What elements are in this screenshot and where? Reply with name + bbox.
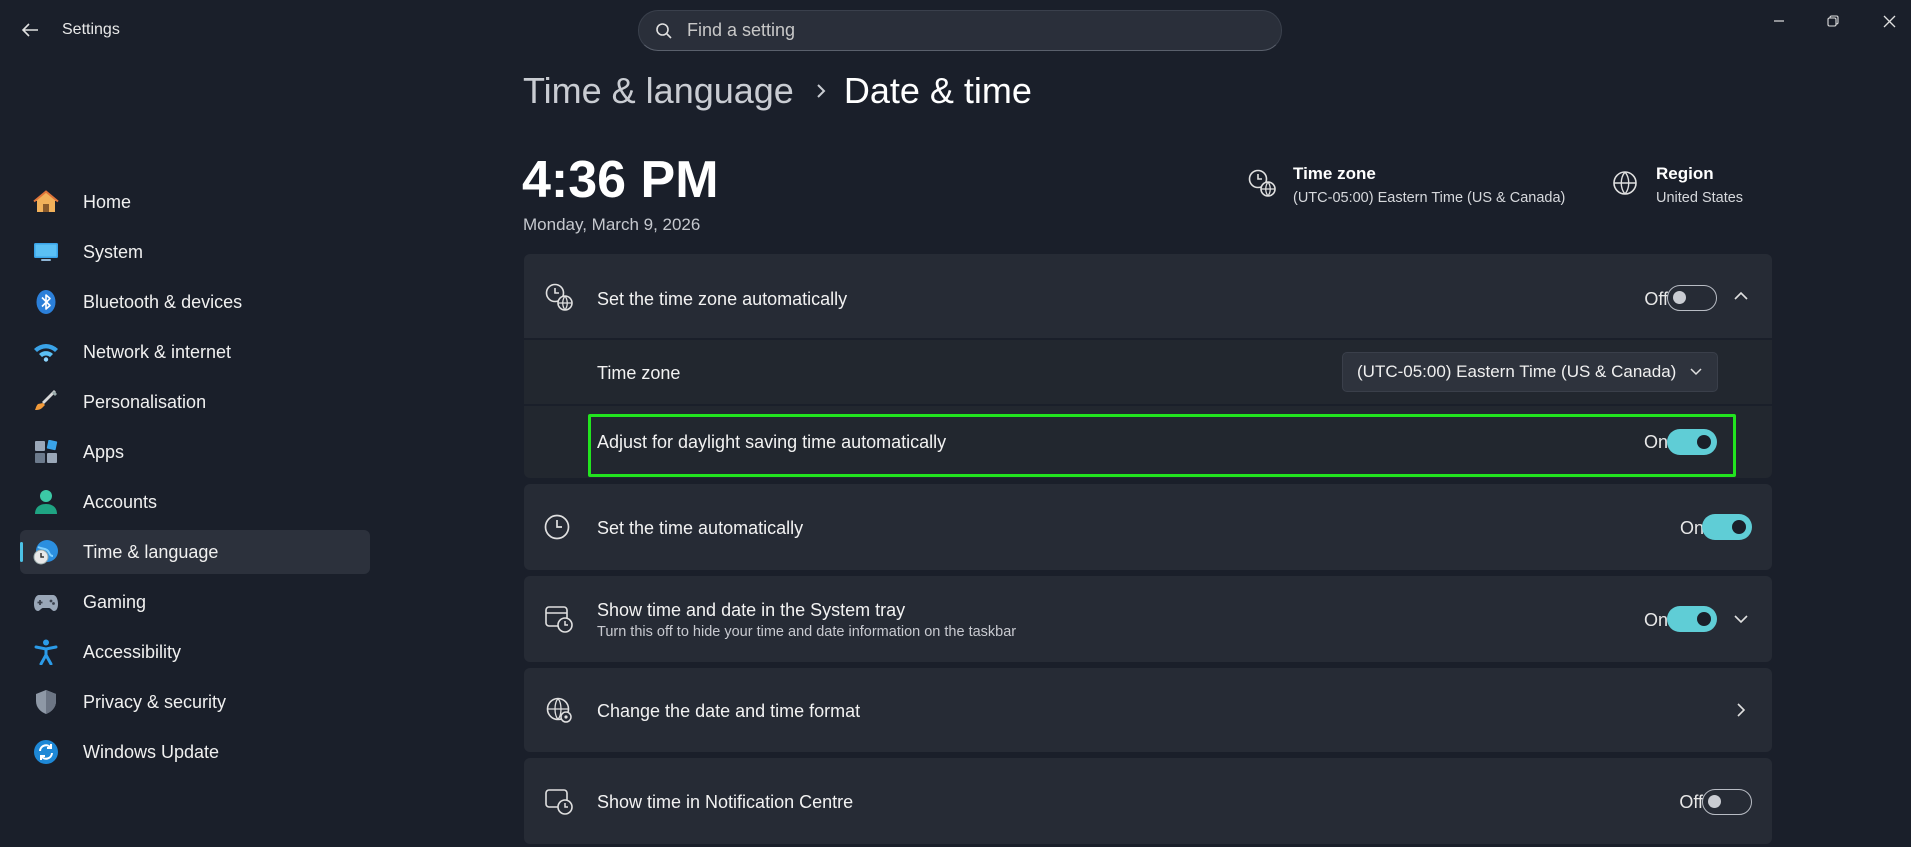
restore-button[interactable] <box>1810 6 1856 36</box>
auto-time-toggle[interactable] <box>1702 514 1752 540</box>
monitor-icon <box>32 238 60 266</box>
search-input[interactable] <box>687 20 1247 41</box>
daylight-label: Adjust for daylight saving time automati… <box>597 432 947 452</box>
globe-clock-icon <box>32 538 60 566</box>
sidebar-item-home[interactable]: Home <box>20 180 370 224</box>
auto-time-state: On <box>1679 518 1704 538</box>
search-icon <box>656 22 672 39</box>
system-tray-label: Show time and date in the System tray <box>597 600 906 620</box>
sidebar-item-apps[interactable]: Apps <box>20 430 370 474</box>
brush-icon <box>32 388 60 416</box>
sidebar-item-accessibility[interactable]: Accessibility <box>20 630 370 674</box>
current-time: 4:36 PM <box>522 151 719 209</box>
sidebar-item-time-language[interactable]: Time & language <box>20 530 370 574</box>
bluetooth-icon <box>32 288 60 316</box>
timezone-dropdown-value: (UTC-05:00) Eastern Time (US & Canada) <box>1357 362 1677 381</box>
region-value: United States <box>1656 190 1744 206</box>
notification-time-label: Show time in Notification Centre <box>597 792 854 812</box>
auto-timezone-label: Set the time zone automatically <box>597 289 848 309</box>
sidebar-item-system[interactable]: System <box>20 230 370 274</box>
auto-time-label: Set the time automatically <box>597 518 804 538</box>
apps-icon <box>32 438 60 466</box>
back-arrow-icon <box>21 23 38 37</box>
date-format-row[interactable]: Change the date and time format <box>524 668 1772 752</box>
sidebar-item-accounts[interactable]: Accounts <box>20 480 370 524</box>
minimize-button[interactable] <box>1756 6 1802 36</box>
app-title: Settings <box>62 21 120 38</box>
globe-icon <box>1610 168 1640 198</box>
system-tray-toggle[interactable] <box>1667 606 1717 632</box>
sidebar-item-gaming[interactable]: Gaming <box>20 580 370 624</box>
notification-time-state: Off <box>1679 792 1703 812</box>
accessibility-icon <box>32 638 60 666</box>
timezone-value: (UTC-05:00) Eastern Time (US & Canada) <box>1293 190 1566 206</box>
date-format-label: Change the date and time format <box>597 701 861 721</box>
gamepad-icon <box>32 588 60 616</box>
sidebar-item-windows-update[interactable]: Windows Update <box>20 730 370 774</box>
sidebar: Home System Bluetooth & devices Network … <box>20 180 370 780</box>
clock-icon <box>542 512 572 542</box>
current-date: Monday, March 9, 2026 <box>523 215 701 234</box>
globe-clock-icon <box>1247 168 1277 198</box>
page-title: Date & time <box>843 70 1032 111</box>
chevron-down-icon[interactable] <box>1729 607 1753 631</box>
notification-time-toggle[interactable] <box>1702 789 1752 815</box>
breadcrumb-parent[interactable]: Time & language <box>523 70 794 112</box>
chevron-right-icon <box>816 83 826 99</box>
breadcrumb: Time & language Date & time <box>523 70 1032 112</box>
auto-timezone-toggle[interactable] <box>1667 285 1717 311</box>
region-info: Region United States <box>1610 164 1743 206</box>
notification-time-row[interactable]: Show time in Notification Centre Off <box>524 758 1772 844</box>
system-tray-state: On <box>1643 610 1668 630</box>
auto-timezone-state: Off <box>1644 289 1668 309</box>
globe-settings-icon <box>544 695 574 725</box>
home-icon <box>32 188 60 216</box>
wifi-icon <box>32 338 60 366</box>
close-button[interactable] <box>1866 6 1911 36</box>
timezone-dropdown[interactable]: (UTC-05:00) Eastern Time (US & Canada) <box>1342 352 1718 392</box>
chevron-up-icon[interactable] <box>1729 284 1753 308</box>
title-bar: Settings <box>0 0 1911 60</box>
timezone-label: Time zone <box>597 363 681 383</box>
daylight-state: On <box>1643 432 1668 452</box>
close-icon <box>1883 15 1895 27</box>
system-tray-row[interactable]: Show time and date in the System tray Tu… <box>524 576 1772 662</box>
update-icon <box>32 738 60 766</box>
chevron-right-icon[interactable] <box>1729 698 1753 722</box>
restore-icon <box>1827 15 1839 27</box>
sidebar-item-network[interactable]: Network & internet <box>20 330 370 374</box>
auto-timezone-row[interactable]: Set the time zone automatically Off <box>524 254 1772 338</box>
minimize-icon <box>1774 20 1784 22</box>
timezone-info: Time zone (UTC-05:00) Eastern Time (US &… <box>1247 164 1565 206</box>
system-tray-description: Turn this off to hide your time and date… <box>597 624 1017 640</box>
daylight-row[interactable]: Adjust for daylight saving time automati… <box>524 406 1772 478</box>
region-title: Region <box>1656 164 1714 183</box>
timezone-title: Time zone <box>1293 164 1376 183</box>
back-button[interactable] <box>14 16 46 44</box>
sidebar-item-privacy[interactable]: Privacy & security <box>20 680 370 724</box>
sidebar-item-personalisation[interactable]: Personalisation <box>20 380 370 424</box>
daylight-toggle[interactable] <box>1667 429 1717 455</box>
chevron-down-icon <box>1689 363 1703 383</box>
auto-time-row[interactable]: Set the time automatically On <box>524 484 1772 570</box>
shield-icon <box>32 688 60 716</box>
sidebar-item-bluetooth[interactable]: Bluetooth & devices <box>20 280 370 324</box>
globe-clock-icon <box>544 282 574 312</box>
calendar-clock-icon <box>544 604 574 634</box>
search-box[interactable] <box>638 10 1282 51</box>
notification-clock-icon <box>544 786 574 816</box>
person-icon <box>32 488 60 516</box>
